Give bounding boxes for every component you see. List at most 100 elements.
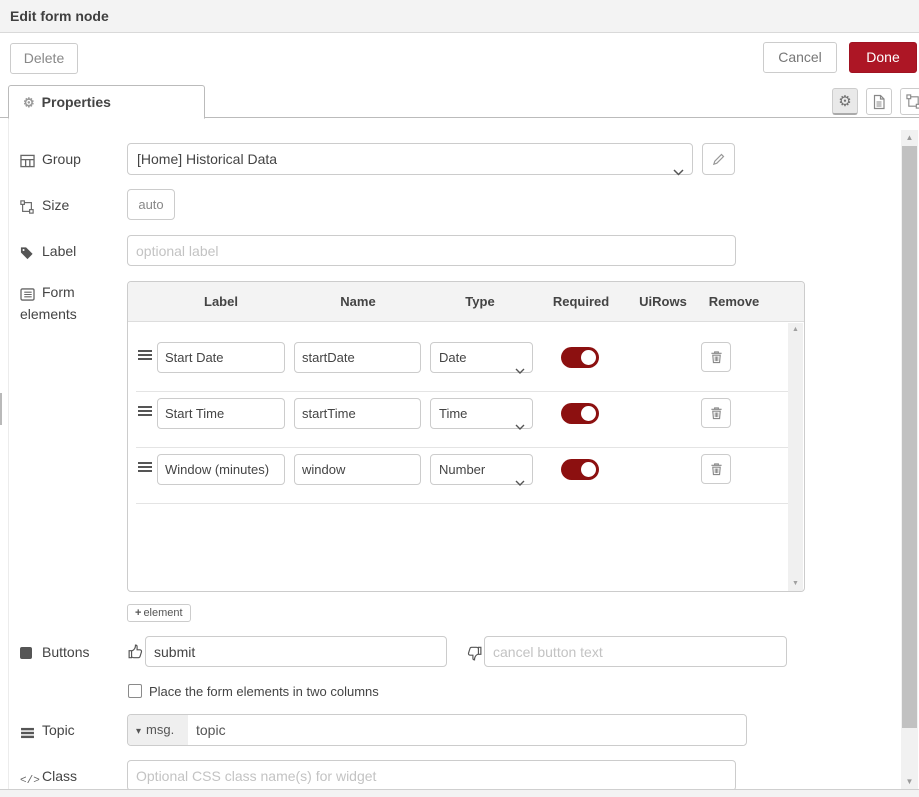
required-toggle[interactable] <box>561 403 599 424</box>
trash-icon <box>710 406 723 420</box>
chevron-down-icon <box>673 156 684 186</box>
row-separator <box>136 391 789 392</box>
topic-type-dropdown[interactable]: ▾ msg. <box>128 715 188 745</box>
form-elements-table-header: Label Name Type Required UiRows Remove <box>128 282 804 322</box>
add-element-button[interactable]: +element <box>127 604 191 622</box>
scroll-up-icon[interactable]: ▲ <box>788 323 803 337</box>
scrollbar-thumb[interactable] <box>902 146 917 728</box>
plus-icon: + <box>135 607 141 619</box>
cancel-button-text-input[interactable] <box>484 636 787 667</box>
form-element-row: Time <box>128 398 804 429</box>
trash-icon <box>710 462 723 476</box>
group-edit-button[interactable] <box>702 143 735 175</box>
left-scrollbar-fragment <box>0 393 2 425</box>
drag-handle-icon[interactable] <box>138 350 152 364</box>
trash-icon <box>710 350 723 364</box>
list-bars-icon <box>20 724 36 740</box>
row-separator <box>136 503 789 504</box>
class-label: </>Class <box>20 768 77 787</box>
remove-row-button[interactable] <box>701 398 731 428</box>
row-type-select[interactable]: Date <box>430 342 533 373</box>
toggle-knob <box>581 462 596 477</box>
topic-value-input[interactable] <box>188 715 744 745</box>
description-doc-button[interactable] <box>866 88 892 115</box>
form-elements-label: Form elements <box>20 282 77 324</box>
row-name-input[interactable] <box>294 454 421 485</box>
size-label: Size <box>20 197 69 215</box>
dialog-scrollbar[interactable]: ▲ ▼ <box>901 130 918 789</box>
gear-icon: ⚙ <box>838 93 851 110</box>
form-element-row: Date <box>128 342 804 373</box>
chevron-down-icon <box>515 355 525 384</box>
scroll-up-icon[interactable]: ▲ <box>901 130 918 145</box>
table-grid-icon <box>20 153 36 169</box>
dialog-footer-edge <box>0 789 919 797</box>
properties-form: Group [Home] Historical Data Size auto L… <box>0 118 919 797</box>
remove-row-button[interactable] <box>701 342 731 372</box>
code-icon: </> <box>20 775 36 787</box>
class-input[interactable] <box>127 760 736 791</box>
column-header-uirows: UiRows <box>639 294 687 309</box>
required-toggle[interactable] <box>561 459 599 480</box>
done-button[interactable]: Done <box>849 42 917 73</box>
tab-properties[interactable]: ⚙ Properties <box>8 85 205 119</box>
form-element-row: Number <box>128 454 804 485</box>
size-auto-button[interactable]: auto <box>127 189 175 220</box>
topic-label: Topic <box>20 722 75 740</box>
caret-down-icon: ▾ <box>136 726 141 737</box>
toggle-knob <box>581 350 596 365</box>
two-columns-checkbox[interactable] <box>128 684 142 698</box>
column-header-type: Type <box>465 294 494 309</box>
scroll-down-icon[interactable]: ▼ <box>901 774 918 789</box>
appearance-frame-button[interactable] <box>900 88 919 115</box>
column-header-required: Required <box>553 294 609 309</box>
edit-form-node-dialog: Edit form node Delete Cancel Done ⚙ Prope… <box>0 0 919 797</box>
tag-icon <box>20 245 36 261</box>
content-left-border <box>8 118 9 797</box>
scroll-down-icon[interactable]: ▼ <box>788 577 803 591</box>
pencil-icon <box>712 153 725 166</box>
column-header-remove: Remove <box>709 294 760 309</box>
group-label: Group <box>20 151 81 169</box>
gear-icon: ⚙ <box>23 95 35 110</box>
row-separator <box>136 447 789 448</box>
tab-properties-label: Properties <box>42 94 111 110</box>
submit-button-text-input[interactable] <box>145 636 447 667</box>
cancel-button[interactable]: Cancel <box>763 42 837 73</box>
row-name-input[interactable] <box>294 342 421 373</box>
label-label: Label <box>20 243 76 261</box>
topic-typed-input: ▾ msg. <box>127 714 747 746</box>
row-type-select[interactable]: Number <box>430 454 533 485</box>
object-frame-icon <box>906 94 919 109</box>
object-size-icon <box>20 199 36 215</box>
settings-gear-button[interactable]: ⚙ <box>832 88 858 115</box>
thumbs-down-icon <box>466 645 483 662</box>
list-alt-icon <box>20 284 36 304</box>
delete-button[interactable]: Delete <box>10 43 78 74</box>
topic-type-label: msg. <box>146 722 174 737</box>
document-icon <box>872 94 886 110</box>
group-select[interactable]: [Home] Historical Data <box>127 143 693 175</box>
drag-handle-icon[interactable] <box>138 406 152 420</box>
group-select-value: [Home] Historical Data <box>137 151 277 167</box>
column-header-name: Name <box>340 294 375 309</box>
row-label-input[interactable] <box>157 398 285 429</box>
two-columns-label: Place the form elements in two columns <box>149 684 379 699</box>
row-label-input[interactable] <box>157 342 285 373</box>
column-header-label: Label <box>204 294 238 309</box>
tab-bar: ⚙ Properties ⚙ <box>0 84 919 118</box>
row-type-select[interactable]: Time <box>430 398 533 429</box>
button-square-icon <box>20 646 36 662</box>
label-input[interactable] <box>127 235 736 266</box>
remove-row-button[interactable] <box>701 454 731 484</box>
row-name-input[interactable] <box>294 398 421 429</box>
table-scrollbar[interactable]: ▲ ▼ <box>788 323 803 591</box>
required-toggle[interactable] <box>561 347 599 368</box>
buttons-label: Buttons <box>20 644 89 662</box>
dialog-button-bar: Delete Cancel Done <box>0 34 919 84</box>
form-elements-table: Label Name Type Required UiRows Remove D… <box>127 281 805 592</box>
chevron-down-icon <box>515 411 525 440</box>
row-label-input[interactable] <box>157 454 285 485</box>
drag-handle-icon[interactable] <box>138 462 152 476</box>
dialog-title: Edit form node <box>0 0 919 33</box>
